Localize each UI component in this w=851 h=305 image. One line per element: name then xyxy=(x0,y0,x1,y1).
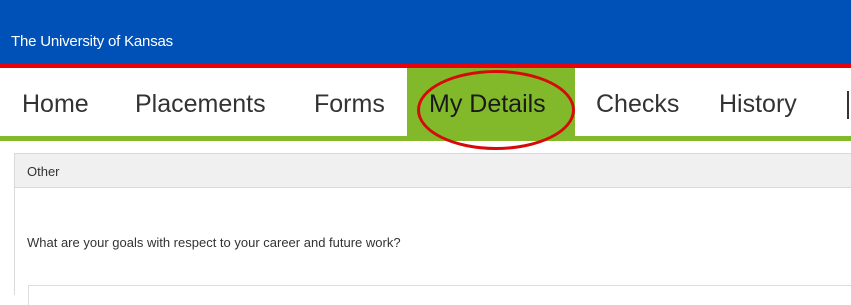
panel-header: Other xyxy=(15,154,851,188)
nav-tab-checks[interactable]: Checks xyxy=(596,68,679,136)
panel-header-label: Other xyxy=(27,164,60,179)
site-title[interactable]: The University of Kansas xyxy=(11,33,173,50)
nav-tab-placements[interactable]: Placements xyxy=(135,68,266,136)
details-panel: Other What are your goals with respect t… xyxy=(14,153,851,305)
nav-tab-history[interactable]: History xyxy=(719,68,797,136)
nav-tab-home[interactable]: Home xyxy=(22,68,89,136)
career-goals-question: What are your goals with respect to your… xyxy=(27,235,401,250)
career-goals-answer-field[interactable] xyxy=(28,285,851,305)
nav-tab-overflow[interactable] xyxy=(847,91,849,119)
top-banner: The University of Kansas xyxy=(0,0,851,64)
nav-underline xyxy=(0,136,851,141)
nav-tab-my-details[interactable]: My Details xyxy=(407,68,575,136)
nav-tab-forms[interactable]: Forms xyxy=(314,68,385,136)
